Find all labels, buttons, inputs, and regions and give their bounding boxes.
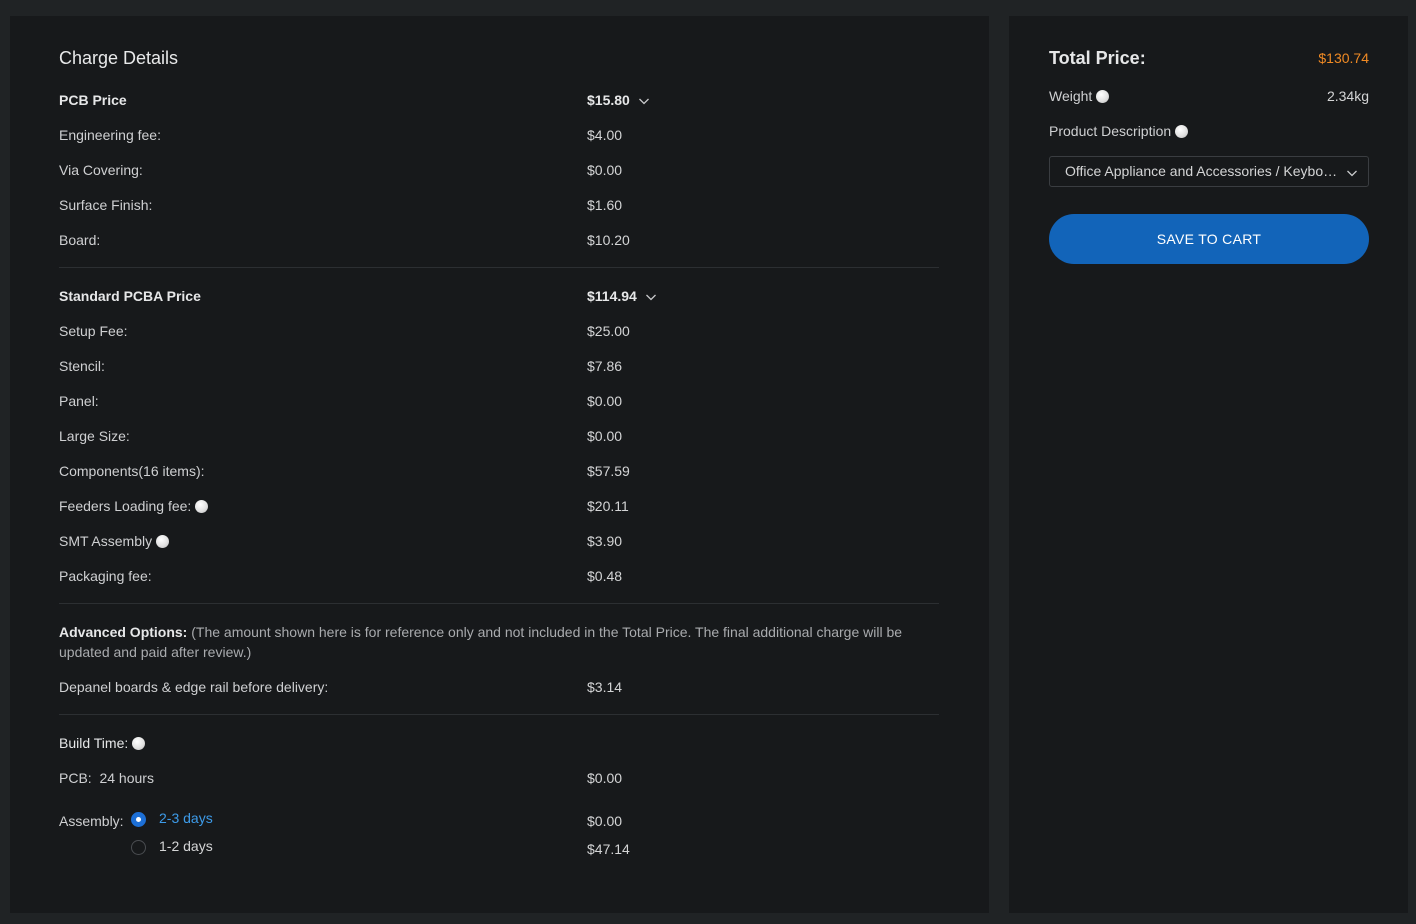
surface-finish-value: $1.60 [587, 197, 623, 213]
packaging-fee-value: $0.48 [587, 568, 623, 584]
panel-value: $0.00 [587, 393, 623, 409]
smt-assembly-row: SMT Assembly [59, 533, 170, 549]
feeders-loading-fee-label: Feeders Loading fee: [59, 498, 192, 514]
chevron-down-icon [1346, 166, 1358, 182]
info-icon[interactable] [195, 500, 209, 513]
charge-details-panel: Charge Details PCB Price $15.80 Engineer… [10, 16, 989, 913]
components-value: $57.59 [587, 463, 630, 479]
depanel-label: Depanel boards & edge rail before delive… [59, 679, 329, 695]
order-summary-panel: Total Price: $130.74 Weight 2.34kg Produ… [1009, 16, 1408, 913]
pcb-build-value: $0.00 [587, 770, 623, 786]
engineering-fee-label: Engineering fee: [59, 127, 161, 143]
stencil-label: Stencil: [59, 358, 105, 374]
total-price-value: $130.74 [1318, 50, 1369, 66]
advanced-options-note: Advanced Options: (The amount shown here… [59, 622, 939, 662]
feeders-loading-fee-row: Feeders Loading fee: [59, 498, 209, 514]
charge-details-title: Charge Details [59, 48, 179, 68]
product-description-value: Office Appliance and Accessories / Keybo… [1065, 163, 1344, 179]
pcb-build-label: PCB: [59, 770, 92, 786]
divider [59, 267, 939, 268]
save-to-cart-button[interactable]: SAVE TO CART [1049, 214, 1369, 264]
info-icon[interactable] [1096, 90, 1110, 103]
via-covering-label: Via Covering: [59, 162, 143, 178]
panel-label: Panel: [59, 393, 99, 409]
weight-row: Weight [1049, 88, 1110, 104]
board-label: Board: [59, 232, 101, 248]
info-icon[interactable] [1175, 125, 1189, 138]
pcb-build-row: PCB: 24 hours [59, 770, 154, 786]
assembly-label: Assembly: [59, 813, 124, 829]
smt-assembly-label: SMT Assembly [59, 533, 153, 549]
chevron-down-icon [638, 95, 650, 107]
smt-assembly-value: $3.90 [587, 533, 623, 549]
build-time-label: Build Time: [59, 735, 129, 751]
divider [59, 603, 939, 604]
pcba-price-label: Standard PCBA Price [59, 288, 201, 304]
pcba-price-toggle[interactable]: $114.94 [587, 288, 657, 306]
via-covering-value: $0.00 [587, 162, 623, 178]
pcb-price-label: PCB Price [59, 92, 127, 108]
feeders-loading-fee-value: $20.11 [587, 498, 629, 514]
large-size-value: $0.00 [587, 428, 623, 444]
info-icon[interactable] [156, 535, 170, 548]
large-size-label: Large Size: [59, 428, 130, 444]
assembly-option-label[interactable]: 1-2 days [159, 838, 213, 854]
setup-fee-value: $25.00 [587, 323, 630, 339]
build-time-row: Build Time: [59, 735, 146, 751]
divider [59, 714, 939, 715]
product-description-label: Product Description [1049, 123, 1172, 139]
pcba-price-value: $114.94 [587, 288, 637, 304]
assembly-option-value: $0.00 [587, 813, 623, 829]
assembly-option-label[interactable]: 2-3 days [159, 810, 213, 826]
stencil-value: $7.86 [587, 358, 623, 374]
setup-fee-label: Setup Fee: [59, 323, 128, 339]
depanel-value: $3.14 [587, 679, 623, 695]
components-label: Components(16 items): [59, 463, 205, 479]
assembly-option-value: $47.14 [587, 841, 630, 857]
surface-finish-label: Surface Finish: [59, 197, 153, 213]
advanced-options-label: Advanced Options: [59, 624, 188, 640]
assembly-option-radio-2-3-days[interactable] [131, 812, 146, 827]
pcb-price-value: $15.80 [587, 92, 630, 108]
assembly-option-radio-1-2-days[interactable] [131, 840, 146, 855]
engineering-fee-value: $4.00 [587, 127, 623, 143]
board-value: $10.20 [587, 232, 630, 248]
packaging-fee-label: Packaging fee: [59, 568, 152, 584]
pcb-price-toggle[interactable]: $15.80 [587, 92, 650, 110]
pcb-build-time: 24 hours [99, 770, 154, 786]
chevron-down-icon [645, 291, 657, 303]
info-icon[interactable] [132, 737, 146, 750]
product-description-select[interactable]: Office Appliance and Accessories / Keybo… [1049, 156, 1369, 187]
weight-label: Weight [1049, 88, 1093, 104]
product-description-row: Product Description [1049, 123, 1189, 139]
total-price-label: Total Price: [1049, 48, 1146, 68]
weight-value: 2.34kg [1326, 88, 1369, 104]
